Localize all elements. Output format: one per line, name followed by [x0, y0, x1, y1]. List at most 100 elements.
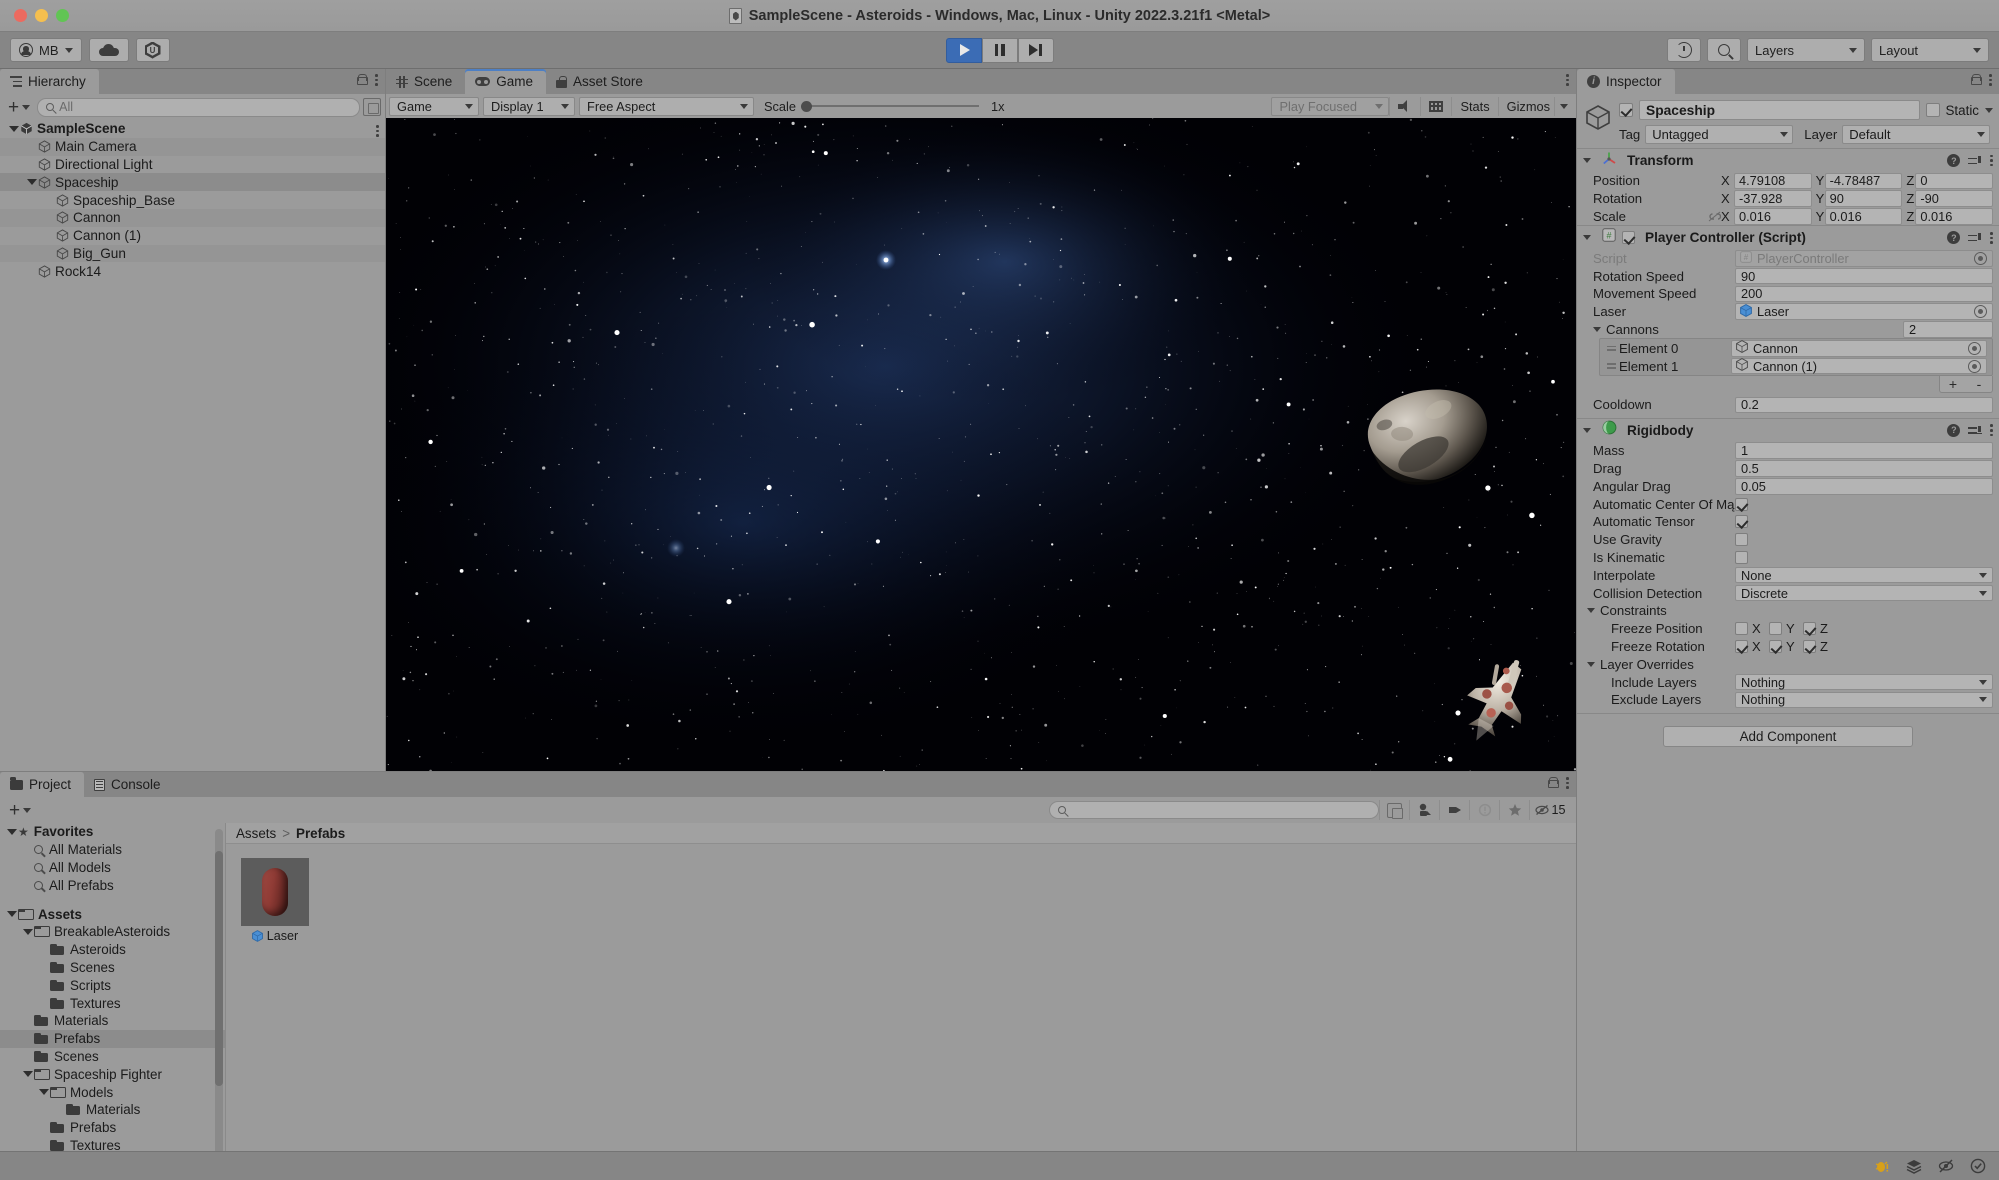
tab-game[interactable]: Game — [465, 69, 547, 94]
collapse-triangle-icon[interactable] — [1583, 158, 1591, 163]
hierarchy-item-cannon-1[interactable]: Cannon (1) — [0, 227, 385, 245]
project-folder-tree[interactable]: ★ Favorites All Materials All Models All Pre… — [0, 823, 225, 1175]
expand-triangle[interactable] — [37, 1089, 50, 1096]
game-render-surface[interactable] — [386, 118, 1576, 771]
lock-icon[interactable] — [1971, 74, 1983, 86]
gameobject-enabled-checkbox[interactable] — [1619, 103, 1633, 117]
gameobject-name-field[interactable]: Spaceship — [1639, 100, 1920, 120]
project-tree-item-favorites[interactable]: ★ Favorites — [0, 823, 225, 841]
filter-by-label-button[interactable] — [1439, 800, 1469, 820]
collision-detection-dropdown[interactable]: Discrete — [1735, 584, 1993, 602]
component-menu-icon[interactable] — [1990, 424, 1993, 437]
player-controller-header[interactable]: # Player Controller (Script) ? — [1577, 226, 1999, 249]
project-menu-icon[interactable] — [1566, 777, 1569, 789]
hierarchy-item-main-camera[interactable]: Main Camera — [0, 137, 385, 156]
project-tree-item-prefabs[interactable]: Prefabs — [0, 1029, 225, 1048]
include-layers-dropdown[interactable]: Nothing — [1735, 673, 1993, 691]
hierarchy-tree[interactable]: SampleScene Main Camera Directional Light S… — [0, 120, 385, 768]
uniform-scale-link-icon[interactable] — [1707, 211, 1721, 222]
transform-rotation-z[interactable]: -90 — [1915, 190, 1994, 207]
game-view-menu-icon[interactable] — [1566, 74, 1569, 86]
project-tree-item-textures[interactable]: Textures — [0, 994, 225, 1012]
layout-dropdown[interactable]: Layout — [1871, 38, 1989, 62]
display-select[interactable]: Display 1 — [483, 96, 575, 116]
project-tree-item-prefabs[interactable]: Prefabs — [0, 1119, 225, 1137]
tab-console[interactable]: Console — [84, 772, 174, 797]
cannons-size-field[interactable]: 2 — [1903, 321, 1993, 338]
help-icon[interactable]: ? — [1947, 423, 1961, 437]
project-search-input[interactable] — [1049, 801, 1379, 819]
component-menu-icon[interactable] — [1990, 154, 1993, 167]
global-search-button[interactable] — [1707, 38, 1741, 62]
play-focus-select[interactable]: Play Focused — [1271, 96, 1390, 116]
scene-menu-icon[interactable] — [376, 125, 379, 137]
project-tree-item-materials[interactable]: Materials — [0, 1101, 225, 1119]
project-tree-item-spaceship-fighter[interactable]: Spaceship Fighter — [0, 1065, 225, 1083]
cloud-button[interactable] — [88, 38, 129, 62]
tab-hierarchy[interactable]: Hierarchy — [0, 69, 99, 94]
hierarchy-add-button[interactable]: + — [4, 97, 34, 117]
drag-field[interactable]: 0.5 — [1735, 460, 1993, 477]
hierarchy-item-spaceship[interactable]: Spaceship — [0, 173, 385, 192]
freeze-position-x-checkbox[interactable] — [1735, 622, 1748, 636]
rigidbody-header[interactable]: Rigidbody ? — [1577, 419, 1999, 442]
bug-warning-icon[interactable] — [1873, 1157, 1891, 1175]
layer-overrides-foldout[interactable]: Layer Overrides — [1577, 655, 1999, 673]
tag-dropdown[interactable]: Untagged — [1645, 125, 1794, 144]
is-kinematic-checkbox[interactable] — [1735, 550, 1748, 564]
transform-rotation-x[interactable]: -37.928 — [1734, 190, 1812, 207]
player-controller-enabled-checkbox[interactable] — [1622, 231, 1635, 245]
mass-field[interactable]: 1 — [1735, 442, 1993, 459]
play-button[interactable] — [945, 37, 982, 63]
tab-asset-store[interactable]: Asset Store — [546, 69, 656, 94]
hierarchy-sort-button[interactable] — [363, 98, 381, 116]
step-button[interactable] — [1017, 37, 1054, 63]
object-picker-icon[interactable] — [1968, 341, 1981, 355]
expand-triangle[interactable] — [5, 828, 18, 835]
undo-history-button[interactable] — [1667, 38, 1701, 62]
project-tree-item-breakableasteroids[interactable]: BreakableAsteroids — [0, 923, 225, 941]
auto-tensor-checkbox[interactable] — [1735, 515, 1748, 529]
drag-handle-icon[interactable] — [1605, 363, 1619, 369]
freeze-rotation-x-checkbox[interactable] — [1735, 639, 1748, 653]
check-circle-icon[interactable] — [1969, 1157, 1987, 1175]
movement-speed-field[interactable]: 200 — [1735, 285, 1993, 303]
scale-slider[interactable] — [801, 100, 980, 112]
gizmos-dropdown[interactable] — [1554, 96, 1573, 116]
inspector-menu-icon[interactable] — [1989, 74, 1992, 86]
project-tree-item-scripts[interactable]: Scripts — [0, 976, 225, 994]
lock-icon[interactable] — [1548, 777, 1560, 789]
use-gravity-checkbox[interactable] — [1735, 533, 1748, 547]
gizmos-button[interactable]: Gizmos — [1497, 96, 1554, 116]
tab-scene[interactable]: Scene — [386, 69, 466, 94]
transform-header[interactable]: Transform ? — [1577, 149, 1999, 172]
tab-inspector[interactable]: i Inspector — [1577, 69, 1675, 94]
hierarchy-item-spaceship-base[interactable]: Spaceship_Base — [0, 191, 385, 209]
transform-scale-y[interactable]: 0.016 — [1824, 208, 1903, 225]
mute-audio-button[interactable] — [1389, 96, 1420, 116]
rotation-speed-field[interactable]: 90 — [1735, 267, 1993, 285]
project-tree-item-asteroids[interactable]: Asteroids — [0, 941, 225, 959]
breadcrumb-assets[interactable]: Assets — [236, 826, 276, 841]
collapse-triangle-icon[interactable] — [1587, 608, 1595, 614]
stats-button[interactable]: Stats — [1451, 96, 1497, 116]
hierarchy-item-cannon[interactable]: Cannon — [0, 208, 385, 227]
preset-icon[interactable] — [1968, 424, 1983, 436]
constraints-foldout[interactable]: Constraints — [1577, 602, 1999, 620]
expand-triangle[interactable] — [26, 179, 38, 186]
search-expand-button[interactable] — [1379, 800, 1409, 820]
chevron-down-icon[interactable] — [1985, 107, 1993, 113]
layers-stack-icon[interactable] — [1905, 1157, 1923, 1175]
laser-object-field[interactable]: Laser — [1735, 303, 1993, 320]
drag-handle-icon[interactable] — [1605, 345, 1619, 351]
tab-project[interactable]: Project — [0, 772, 85, 797]
transform-scale-x[interactable]: 0.016 — [1734, 208, 1812, 225]
hierarchy-search-input[interactable]: All — [37, 97, 360, 117]
collapse-triangle-icon[interactable] — [1583, 427, 1591, 433]
collapse-triangle-icon[interactable] — [1587, 661, 1595, 667]
filter-by-type-button[interactable] — [1409, 800, 1439, 820]
filter-favorite-button[interactable] — [1499, 800, 1529, 820]
array-add-button[interactable]: + — [1940, 376, 1966, 392]
add-component-button[interactable]: Add Component — [1663, 725, 1913, 747]
cannons-element-1-field[interactable]: Cannon (1) — [1731, 357, 1987, 375]
